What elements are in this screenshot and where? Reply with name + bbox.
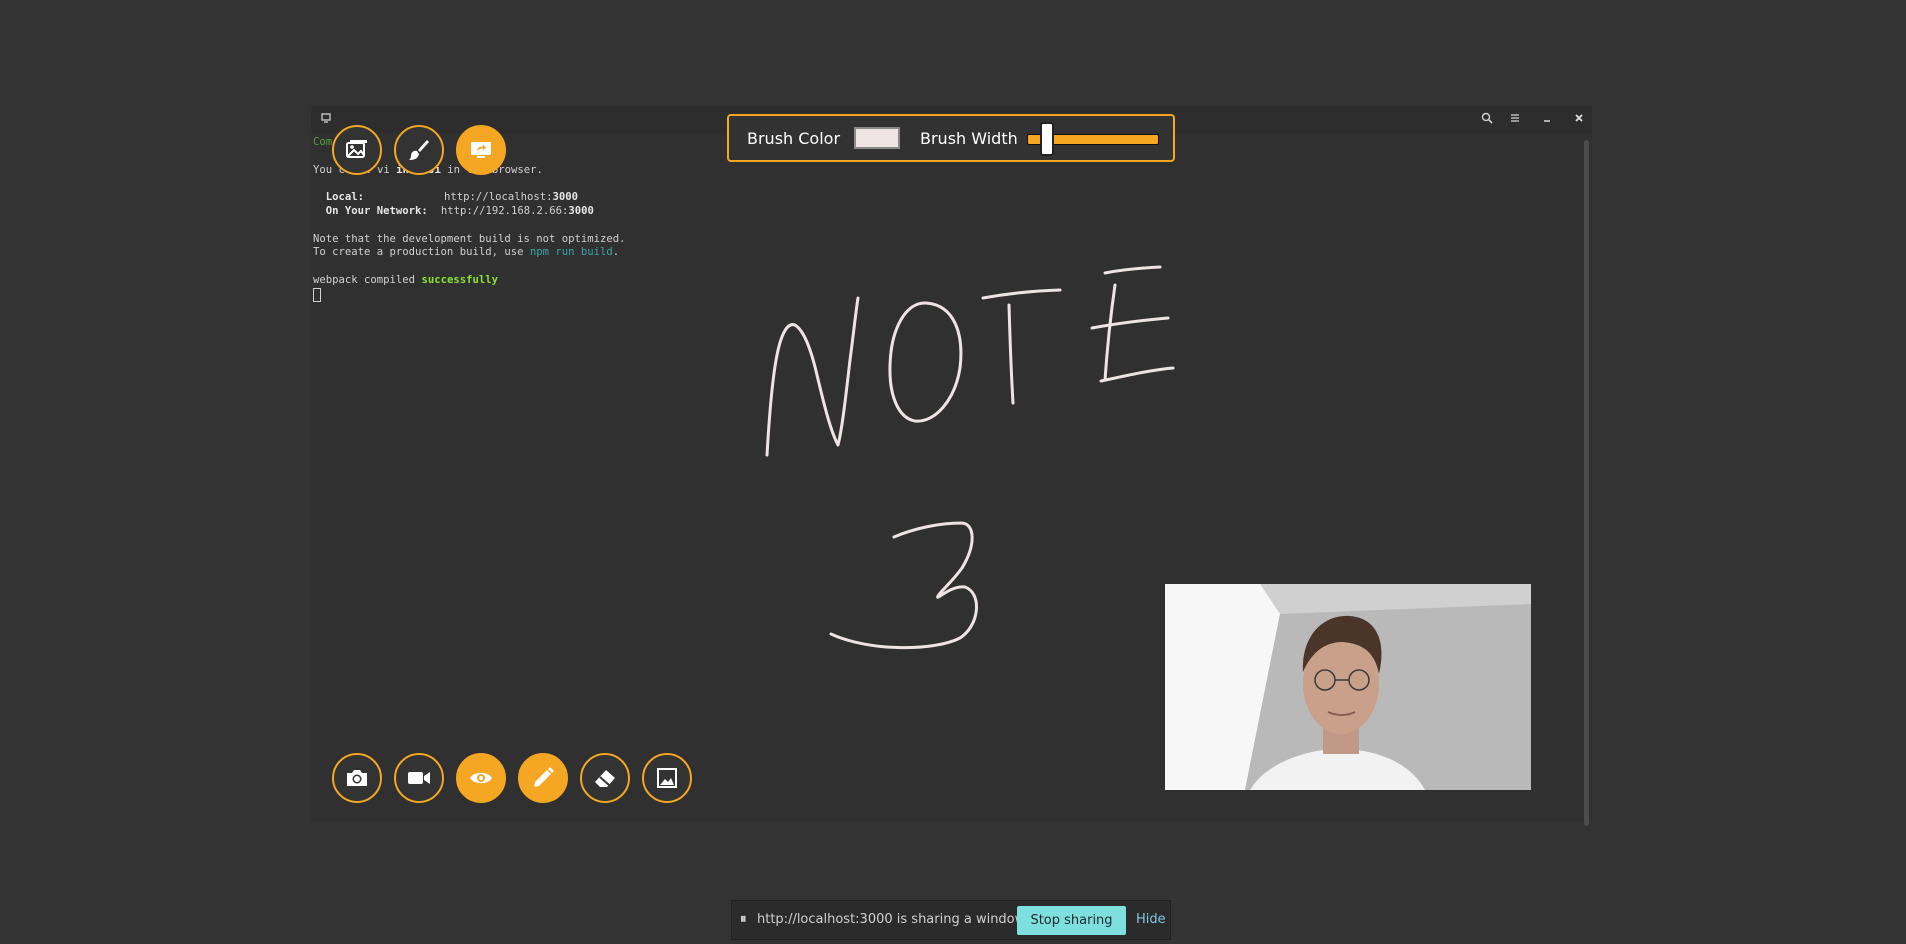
pencil-icon	[534, 767, 554, 787]
drawn-stroke-t-stem	[1007, 303, 1015, 405]
images-icon	[346, 140, 367, 158]
drawn-stroke-e-stem	[1103, 283, 1117, 382]
share-message: http://localhost:3000 is sharing a windo…	[757, 912, 1029, 927]
drawn-stroke-n	[765, 296, 860, 457]
brush-color-label: Brush Color	[747, 129, 841, 148]
camera-icon	[347, 770, 367, 786]
share-screen-button[interactable]	[456, 125, 506, 175]
drawn-stroke-e-mid	[1090, 316, 1170, 330]
hide-link[interactable]: Hide	[1136, 912, 1166, 927]
brush-icon	[409, 140, 429, 160]
brush-settings-panel: Brush Color Brush Width	[727, 114, 1175, 162]
insert-image-button[interactable]	[642, 753, 692, 803]
brush-width-label: Brush Width	[920, 129, 1018, 148]
brush-color-swatch[interactable]	[854, 127, 900, 149]
stop-sharing-button[interactable]: Stop sharing	[1017, 906, 1126, 935]
drawn-stroke-e-top	[1103, 265, 1162, 275]
video-button[interactable]	[394, 753, 444, 803]
gallery-button[interactable]	[332, 125, 382, 175]
eraser-icon	[595, 770, 615, 787]
drawn-stroke-e-bottom	[1099, 366, 1175, 383]
pencil-button[interactable]	[518, 753, 568, 803]
share-screen-icon	[471, 142, 491, 158]
eye-icon	[470, 772, 492, 784]
image-icon	[657, 768, 677, 788]
brush-width-slider-thumb[interactable]	[1039, 122, 1054, 156]
webcam-preview	[1165, 584, 1531, 790]
screen-share-bar: ⏸ http://localhost:3000 is sharing a win…	[731, 900, 1171, 940]
video-icon	[408, 772, 430, 784]
pause-icon[interactable]: ⏸	[740, 912, 747, 927]
drawn-stroke-t-bar	[981, 288, 1062, 300]
webcam-person-image	[1165, 584, 1531, 790]
eraser-button[interactable]	[580, 753, 630, 803]
drawn-stroke-o	[888, 301, 963, 423]
camera-button[interactable]	[332, 753, 382, 803]
brush-settings-button[interactable]	[394, 125, 444, 175]
view-button[interactable]	[456, 753, 506, 803]
drawn-stroke-3	[829, 521, 978, 650]
